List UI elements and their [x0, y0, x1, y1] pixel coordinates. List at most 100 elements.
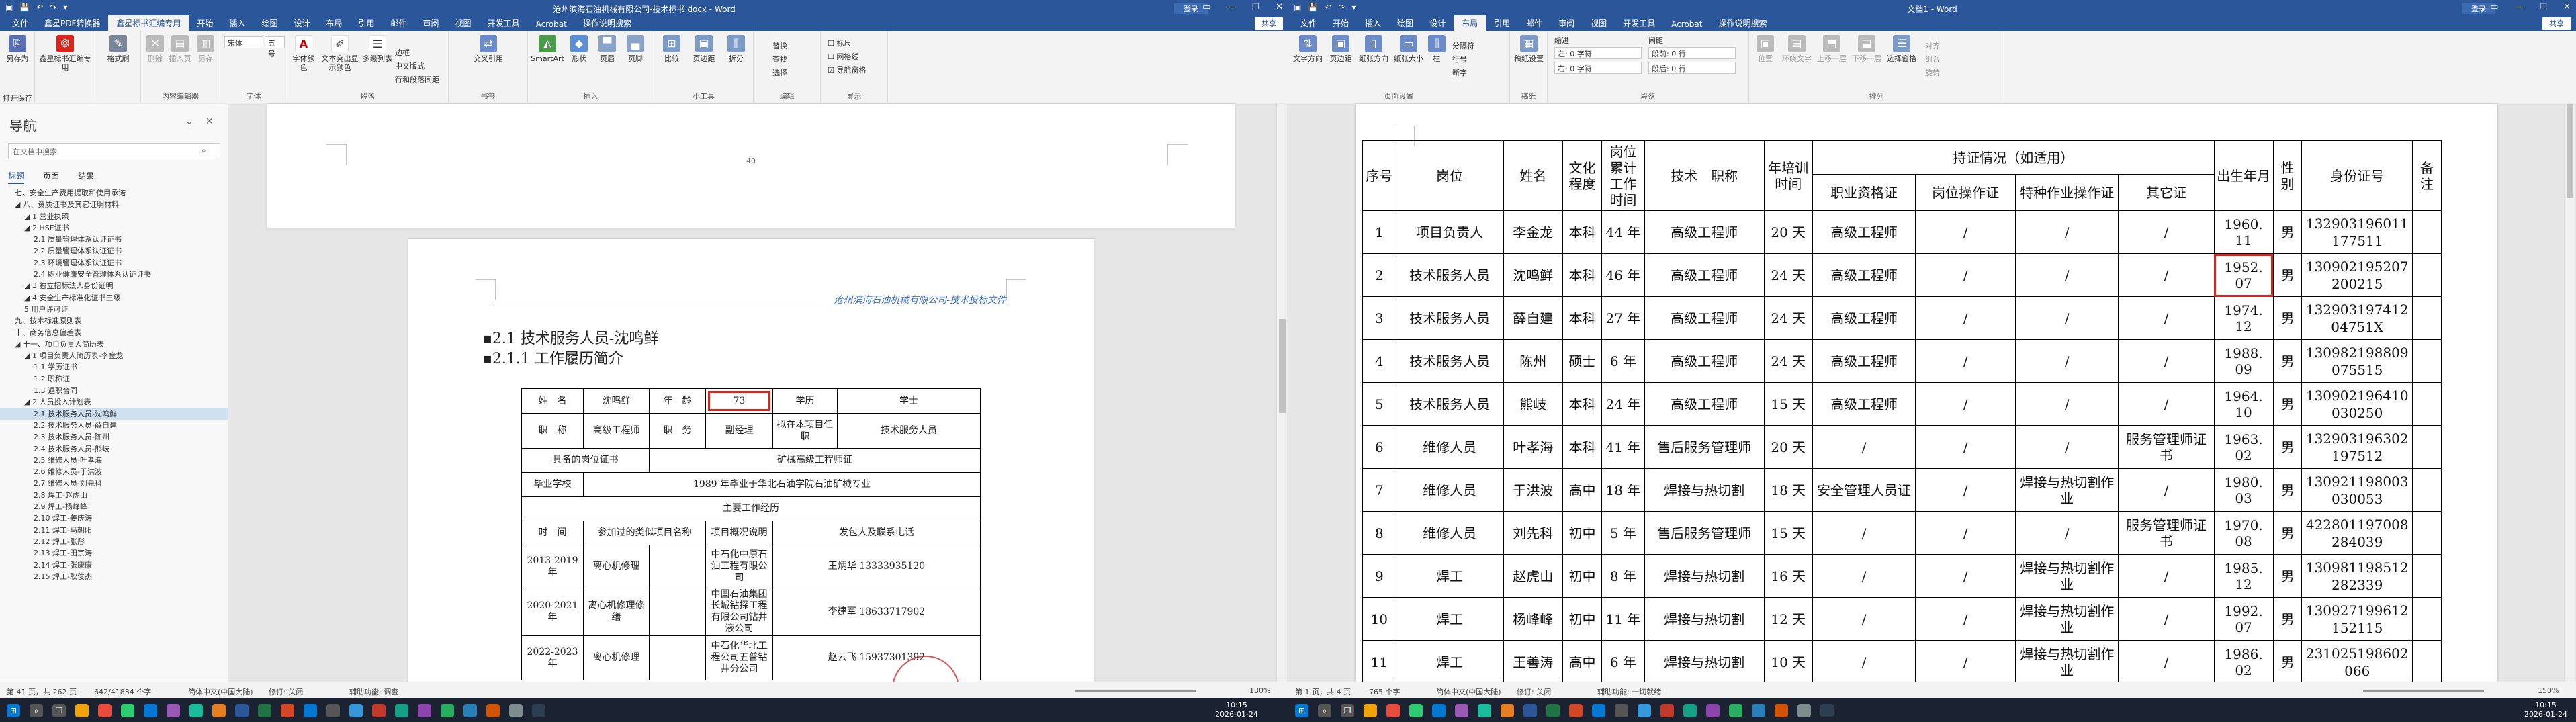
table-cell[interactable]: 130902195207200215 [2301, 253, 2413, 297]
table-cell[interactable]: 1964. 10 [2213, 382, 2274, 426]
table-cell[interactable]: / [1915, 253, 2016, 297]
table-cell[interactable]: 男 [2272, 640, 2303, 682]
table-cell[interactable]: / [1915, 382, 2016, 426]
indent-right-input[interactable]: 右: 0 字符 [1554, 62, 1642, 74]
breaks-button[interactable]: 分隔符 [1452, 40, 1474, 51]
tab-draw[interactable]: 绘图 [1389, 15, 1421, 31]
table-cell[interactable]: 15 天 [1763, 511, 1813, 555]
table-cell[interactable]: 维修人员 [1395, 511, 1504, 555]
nav-heading-item[interactable]: 2.4 职业健康安全管理体系认证证书 [0, 269, 228, 280]
header-button[interactable]: ▀ 页眉 [594, 35, 621, 63]
line-spacing-button[interactable]: 行和段落间距 [395, 74, 439, 85]
table-cell[interactable]: 1986. 02 [2213, 640, 2274, 682]
font-name-box[interactable]: 宋体 [224, 36, 263, 48]
row-time[interactable]: 2020-2021 年 [521, 588, 584, 636]
table-cell[interactable]: 18 天 [1763, 468, 1813, 512]
hyphenation-button[interactable]: 断字 [1452, 67, 1467, 78]
table-cell[interactable]: 男 [2272, 597, 2303, 641]
table-cell[interactable]: / [1812, 597, 1916, 641]
format-painter-button[interactable]: ✎ 格式刷 [99, 35, 137, 63]
text-direction-button[interactable]: ⇅ 文字方向 [1291, 35, 1325, 63]
minimize-icon[interactable]: — [2514, 2, 2523, 12]
nav-heading-item[interactable]: 1.2 职称证 [0, 373, 228, 385]
nav-heading-item[interactable]: 2.1 质量管理体系认证证书 [0, 234, 228, 245]
draft-setup-button[interactable]: ▦ 稿纸设置 [1513, 35, 1545, 63]
table-cell[interactable]: / [1812, 425, 1916, 469]
highlight-button[interactable]: ✐ 文本突出显示颜色 [318, 35, 361, 72]
table-cell[interactable]: 焊接与热切割作业 [2015, 597, 2119, 641]
row-time[interactable]: 2013-2019 年 [521, 545, 584, 588]
maximize-icon[interactable]: ☐ [2539, 2, 2547, 12]
row-contact[interactable]: 王炳华 13333935120 [772, 545, 981, 588]
table-cell[interactable]: 本科 [1562, 425, 1603, 469]
table-cell[interactable]: 男 [2272, 253, 2303, 297]
vertical-scrollbar[interactable] [2564, 104, 2575, 682]
table-cell[interactable]: / [1915, 339, 2016, 383]
status-words[interactable]: 642/41834 个字 [94, 686, 151, 697]
row-desc[interactable]: 中石化中原石油工程有限公司 [705, 545, 773, 588]
title-value[interactable]: 高级工程师 [583, 413, 650, 449]
table-cell[interactable] [2412, 425, 2442, 469]
table-cell[interactable] [2412, 511, 2442, 555]
row-desc[interactable]: 中石化华北工程公司五普钻井分公司 [705, 635, 773, 680]
app-icon-3[interactable] [121, 704, 134, 717]
app-icon-3[interactable] [1409, 704, 1423, 717]
tab-draw[interactable]: 绘图 [253, 15, 285, 31]
row-project[interactable]: 离心机修理 [583, 635, 650, 680]
table-cell[interactable]: 高中 [1562, 468, 1603, 512]
nav-heading-item[interactable]: 5 用户许可证 [0, 304, 228, 315]
table-cell[interactable]: / [2015, 339, 2119, 383]
app-icon-19[interactable] [1775, 704, 1788, 717]
app-icon-15[interactable] [395, 704, 408, 717]
table-cell[interactable]: 41 年 [1601, 425, 1645, 469]
table-cell[interactable]: 刘先科 [1503, 511, 1563, 555]
table-cell[interactable]: 231025198602066 [2301, 640, 2413, 682]
header-cell[interactable]: 文化程度 [1562, 140, 1603, 211]
table-cell[interactable]: / [1812, 554, 1916, 598]
school-value[interactable]: 1989 年毕业于华北石油学院石油矿械专业 [583, 472, 981, 497]
table-cell[interactable] [2412, 253, 2442, 297]
nav-heading-item[interactable]: 2.3 技术服务人员-陈州 [0, 431, 228, 443]
header-cell[interactable]: 身份证号 [2301, 140, 2413, 211]
table-cell[interactable]: 维修人员 [1395, 468, 1504, 512]
table-cell[interactable]: 6 年 [1601, 339, 1645, 383]
table-cell[interactable] [2412, 296, 2442, 340]
table-cell[interactable]: 售后服务管理师 [1644, 511, 1765, 555]
open-save-label[interactable]: 打开保存 [3, 93, 32, 103]
table-cell[interactable]: 服务管理师证书 [2118, 511, 2215, 555]
orientation-button[interactable]: ▯ 纸张方向 [1357, 35, 1390, 63]
zoom-slider[interactable] [2363, 690, 2484, 692]
table-cell[interactable]: 维修人员 [1395, 425, 1504, 469]
nav-heading-item[interactable]: 七、安全生产费用提取和使用承诺 [0, 187, 228, 199]
app-icon-10[interactable] [1569, 704, 1583, 717]
table-cell[interactable]: 男 [2272, 382, 2303, 426]
edu-value[interactable]: 学士 [837, 388, 981, 414]
nav-tab-headings[interactable]: 标题 [8, 170, 25, 184]
nav-tab-results[interactable]: 结果 [78, 170, 94, 184]
table-cell[interactable]: 技术服务人员 [1395, 339, 1504, 383]
tab-file[interactable]: 文件 [1292, 15, 1325, 31]
table-cell[interactable]: / [2118, 339, 2215, 383]
rotate-button[interactable]: 旋转 [1925, 67, 1940, 78]
row-empty[interactable] [649, 588, 706, 636]
table-cell[interactable]: 赵虎山 [1503, 554, 1563, 598]
share-button[interactable]: 共享 [1255, 17, 1283, 30]
table-cell[interactable]: 1963. 02 [2213, 425, 2274, 469]
table-cell[interactable]: 1960. 11 [2213, 210, 2274, 254]
align-button[interactable]: 对齐 [1925, 40, 1940, 51]
header-cell[interactable]: 岗位操作证 [1915, 174, 2016, 211]
nav-heading-item[interactable]: 2.4 技术服务人员-熊岐 [0, 443, 228, 455]
nav-heading-item[interactable]: 2.14 焊工-张康康 [0, 559, 228, 571]
tell-me-search[interactable]: 操作说明搜索 [1710, 15, 1775, 31]
status-language[interactable]: 简体中文(中国大陆) [188, 686, 253, 697]
table-cell[interactable] [2412, 597, 2442, 641]
table-cell[interactable]: 王善涛 [1503, 640, 1563, 682]
close-icon[interactable]: ✕ [2563, 2, 2571, 12]
table-cell[interactable]: / [1915, 554, 2016, 598]
table-cell[interactable]: 焊接与热切割作业 [2015, 640, 2119, 682]
table-cell[interactable]: 杨峰峰 [1503, 597, 1563, 641]
app-icon-17[interactable] [441, 704, 454, 717]
table-cell[interactable]: 技术服务人员 [1395, 253, 1504, 297]
app-icon-5[interactable] [1455, 704, 1468, 717]
table-cell[interactable] [2412, 640, 2442, 682]
